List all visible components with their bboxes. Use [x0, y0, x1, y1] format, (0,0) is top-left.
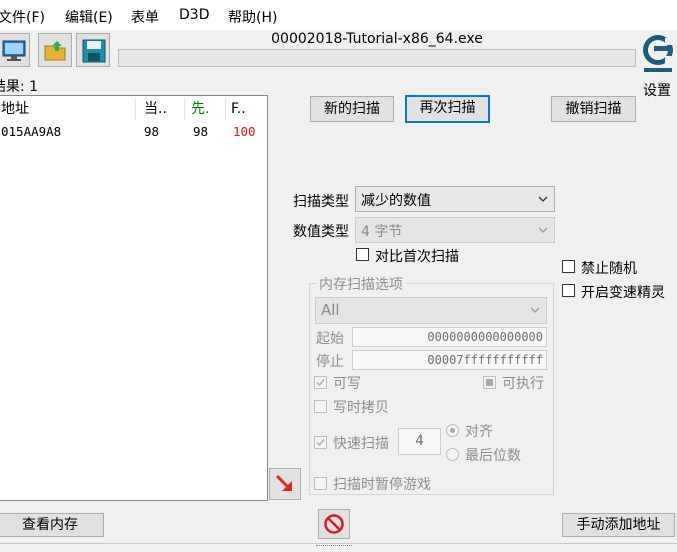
scan-type-value: 减少的数值 [361, 193, 431, 209]
settings-label[interactable]: 设置 [643, 80, 671, 100]
open-file-button[interactable] [38, 33, 72, 67]
results-list[interactable]: 地址 当.. 先. F.. 015AA9A8 98 98 100 [0, 95, 268, 501]
stop-address-label: 停止 [316, 354, 344, 370]
add-address-manually-button[interactable]: 手动添加地址 [562, 513, 675, 537]
memory-scan-options-title: 内存扫描选项 [316, 274, 406, 294]
save-file-button[interactable] [76, 33, 110, 67]
checkmark-icon [316, 439, 325, 447]
column-header-previous[interactable]: 先. [191, 98, 223, 120]
scan-progress-bar [118, 49, 636, 67]
alignment-radio[interactable] [446, 424, 459, 437]
computer-icon [2, 40, 26, 61]
floppy-disk-icon [82, 39, 106, 63]
copy-on-write-label[interactable]: 写时拷贝 [333, 397, 389, 417]
red-arrow-down-right-icon [275, 474, 292, 491]
stop-address-field[interactable]: 00007fffffffffff [352, 350, 547, 370]
view-memory-button[interactable]: 查看内存 [0, 513, 104, 537]
speedhack-label[interactable]: 开启变速精灵 [581, 282, 665, 302]
menu-table[interactable]: 表单 [131, 7, 159, 27]
value-type-value: 4 字节 [361, 224, 403, 240]
alignment-label[interactable]: 对齐 [465, 421, 493, 441]
menu-bar: 文件(F) 编辑(E) 表单 D3D 帮助(H) [0, 0, 677, 30]
last-digits-label[interactable]: 最后位数 [465, 445, 521, 465]
start-address-field[interactable]: 0000000000000000 [352, 327, 547, 347]
scan-type-label: 扫描类型 [293, 194, 349, 210]
checkmark-icon [316, 379, 325, 387]
copy-on-write-checkbox[interactable] [314, 400, 327, 413]
memory-region-value: All [321, 301, 340, 319]
menu-edit[interactable]: 编辑(E) [65, 7, 113, 27]
row-address: 015AA9A8 [1, 124, 62, 139]
executable-label[interactable]: 可执行 [502, 373, 544, 393]
executable-checkbox[interactable] [483, 376, 496, 389]
memory-region-select[interactable]: All [315, 297, 547, 324]
last-digits-radio[interactable] [446, 448, 459, 461]
writable-label[interactable]: 可写 [333, 373, 361, 393]
start-address-label: 起始 [316, 331, 344, 347]
chevron-down-icon [538, 227, 548, 233]
chevron-down-icon [538, 196, 548, 202]
compare-first-checkbox[interactable] [356, 248, 369, 261]
value-type-select[interactable]: 4 字节 [355, 217, 555, 243]
value-type-label: 数值类型 [293, 224, 349, 240]
menu-file[interactable]: 文件(F) [0, 7, 45, 27]
pause-game-checkbox[interactable] [314, 477, 327, 490]
next-scan-button[interactable]: 再次扫描 [405, 95, 490, 123]
row-previous-value: 98 [193, 124, 209, 139]
column-separator [184, 98, 185, 120]
fast-scan-checkbox[interactable] [314, 436, 327, 449]
chevron-down-icon [530, 307, 540, 313]
fast-scan-label[interactable]: 快速扫描 [333, 433, 389, 453]
indeterminate-mark [486, 379, 493, 386]
scan-type-select[interactable]: 减少的数值 [355, 186, 555, 212]
column-separator [135, 98, 136, 120]
process-title: 00002018-Tutorial-x86_64.exe [271, 31, 483, 47]
row-current-value: 98 [144, 124, 160, 139]
column-header-first[interactable]: F.. [231, 98, 265, 120]
row-first-value: 100 [233, 124, 256, 139]
select-process-button[interactable] [0, 33, 30, 67]
new-scan-button[interactable]: 新的扫描 [310, 96, 394, 122]
fast-scan-value-field[interactable]: 4 [398, 428, 441, 455]
cheat-engine-logo-icon [643, 35, 673, 72]
no-sign-icon [324, 514, 344, 534]
pause-game-label[interactable]: 扫描时暂停游戏 [333, 474, 431, 494]
add-to-addresslist-button[interactable] [269, 468, 301, 500]
disable-random-checkbox[interactable] [562, 260, 575, 273]
disable-random-label[interactable]: 禁止随机 [581, 258, 637, 278]
compare-first-label[interactable]: 对比首次扫描 [375, 246, 459, 266]
speedhack-checkbox[interactable] [562, 284, 575, 297]
found-count: 结果: 1 [0, 79, 39, 95]
undo-scan-button[interactable]: 撤销扫描 [551, 96, 636, 122]
column-separator [225, 98, 226, 120]
writable-checkbox[interactable] [314, 376, 327, 389]
column-header-current[interactable]: 当.. [144, 98, 182, 120]
splitter-line [0, 543, 677, 544]
menu-help[interactable]: 帮助(H) [228, 7, 277, 27]
menu-d3d[interactable]: D3D [179, 7, 209, 23]
open-folder-icon [44, 41, 66, 61]
settings-logo-button[interactable] [641, 30, 677, 76]
column-header-address[interactable]: 地址 [1, 98, 131, 120]
clear-list-button[interactable] [318, 509, 350, 539]
splitter-handle[interactable] [316, 545, 352, 549]
